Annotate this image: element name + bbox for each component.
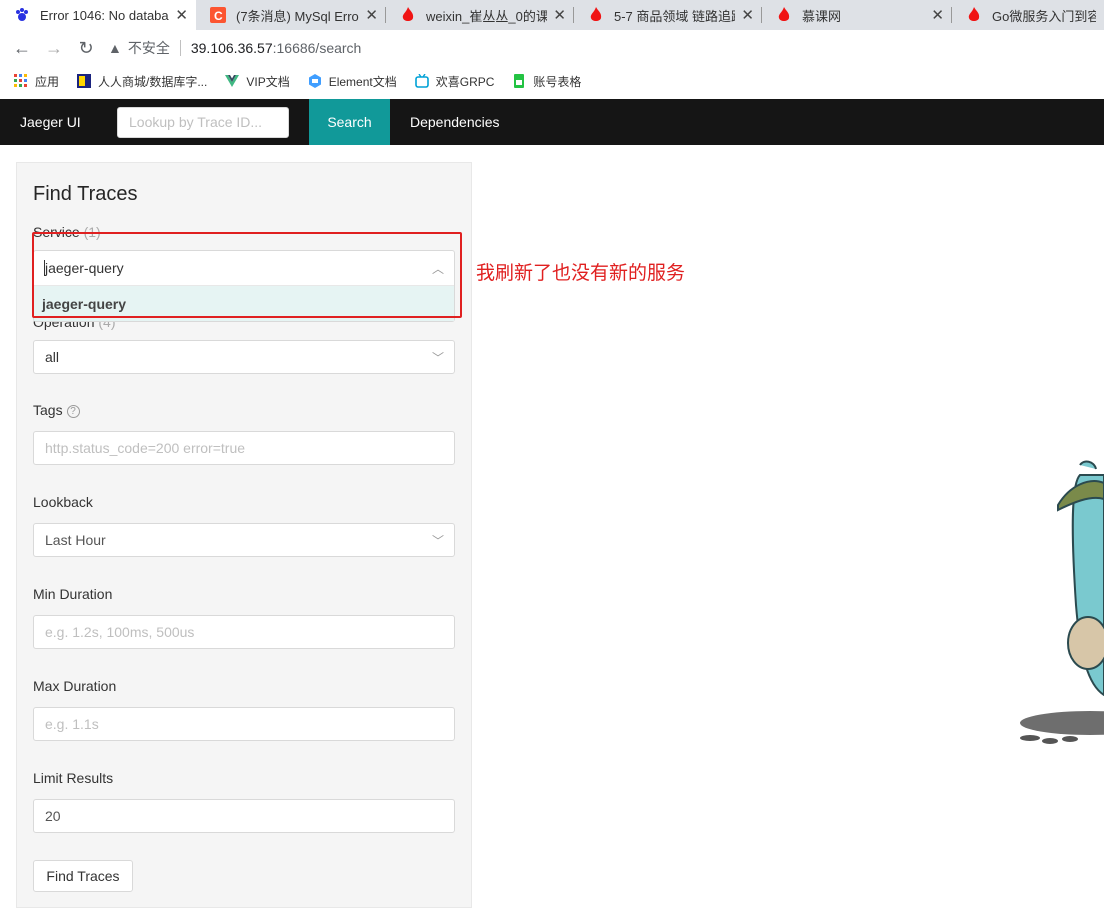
close-icon[interactable]: ✕	[553, 6, 566, 24]
panel-title: Find Traces	[33, 183, 138, 205]
min-duration-label: Min Duration	[33, 586, 113, 602]
close-icon[interactable]: ✕	[741, 6, 754, 24]
max-duration-input[interactable]: e.g. 1.1s	[33, 707, 455, 741]
paw-icon	[14, 7, 30, 23]
annotation-highlight-box	[32, 232, 462, 318]
jaeger-mascot-illustration	[1020, 460, 1104, 744]
lookback-select[interactable]: Last Hour ﹀	[33, 523, 455, 557]
url-path: :16686/search	[272, 40, 362, 56]
sheet-icon	[512, 74, 526, 88]
limit-results-input[interactable]: 20	[33, 799, 455, 833]
vue-icon	[225, 74, 240, 88]
find-traces-button[interactable]: Find Traces	[33, 860, 133, 892]
bookmarks-bar: 应用 人人商城/数据库字... VIP文档 Element文档 欢喜GRPC 账…	[0, 66, 1104, 96]
chevron-down-icon: ﹀	[431, 351, 444, 365]
bookmark-grpc[interactable]: 欢喜GRPC	[414, 73, 494, 90]
chevron-down-icon: ﹀	[431, 534, 444, 548]
flame-icon	[966, 7, 982, 23]
browser-tab[interactable]: 5-7 商品领域 链路追踪 ✕	[574, 0, 762, 30]
flame-icon	[776, 7, 792, 23]
address-bar[interactable]: ▲ 不安全 39.106.36.57:16686/search	[108, 34, 361, 62]
forward-arrow-icon[interactable]: →	[38, 32, 70, 64]
limit-results-label: Limit Results	[33, 770, 114, 786]
element-icon	[308, 74, 322, 88]
lookback-label: Lookback	[33, 494, 93, 510]
back-arrow-icon[interactable]: ←	[6, 32, 38, 64]
tags-input[interactable]: http.status_code=200 error=true	[33, 431, 455, 465]
bookmark-icon	[77, 74, 92, 88]
annotation-text: 我刷新了也没有新的服务	[476, 263, 686, 284]
flame-icon	[400, 7, 416, 23]
operation-select[interactable]: all ﹀	[33, 340, 455, 374]
insecure-label: 不安全	[127, 40, 170, 56]
browser-toolbar: ← → ↻ ▲ 不安全 39.106.36.57:16686/search	[0, 30, 1104, 66]
help-icon[interactable]: ?	[66, 404, 80, 418]
bilibili-icon	[414, 74, 429, 88]
bookmark-account-sheet[interactable]: 账号表格	[512, 73, 581, 90]
browser-tab[interactable]: Error 1046: No databa ✕	[0, 0, 196, 30]
bookmark-apps[interactable]: 应用	[14, 73, 59, 90]
csdn-icon: C	[210, 7, 226, 23]
flame-icon	[588, 7, 604, 23]
close-icon[interactable]: ✕	[175, 6, 188, 24]
browser-tab[interactable]: weixin_崔丛丛_0的课程 ✕	[386, 0, 574, 30]
warning-triangle-icon: ▲	[108, 40, 122, 56]
bookmark-element-docs[interactable]: Element文档	[308, 73, 397, 90]
browser-tab[interactable]: Go微服务入门到容器化	[952, 0, 1104, 30]
jaeger-brand-link[interactable]: Jaeger UI	[20, 114, 117, 130]
bookmark-renren[interactable]: 人人商城/数据库字...	[77, 73, 207, 90]
close-icon[interactable]: ✕	[365, 6, 378, 24]
url-host: 39.106.36.57	[190, 40, 273, 56]
min-duration-input[interactable]: e.g. 1.2s, 100ms, 500us	[33, 615, 455, 649]
close-icon[interactable]: ✕	[931, 6, 944, 24]
browser-tab-strip: Error 1046: No databa ✕ C (7条消息) MySql E…	[0, 0, 1104, 30]
nav-search-tab[interactable]: Search	[309, 99, 390, 145]
reload-icon[interactable]: ↻	[70, 32, 102, 64]
trace-id-lookup-input[interactable]: Lookup by Trace ID...	[117, 106, 289, 138]
max-duration-label: Max Duration	[33, 678, 117, 694]
browser-tab[interactable]: C (7条消息) MySql Error ✕	[196, 0, 386, 30]
bookmark-vip-docs[interactable]: VIP文档	[225, 73, 290, 90]
nav-dependencies-tab[interactable]: Dependencies	[410, 114, 500, 130]
browser-tab[interactable]: 慕课网 ✕	[762, 0, 952, 30]
jaeger-top-nav: Jaeger UI Lookup by Trace ID... Search D…	[0, 99, 1104, 145]
tags-label: Tags?	[33, 402, 80, 418]
svg-text:C: C	[214, 9, 223, 23]
apps-grid-icon	[14, 74, 28, 88]
